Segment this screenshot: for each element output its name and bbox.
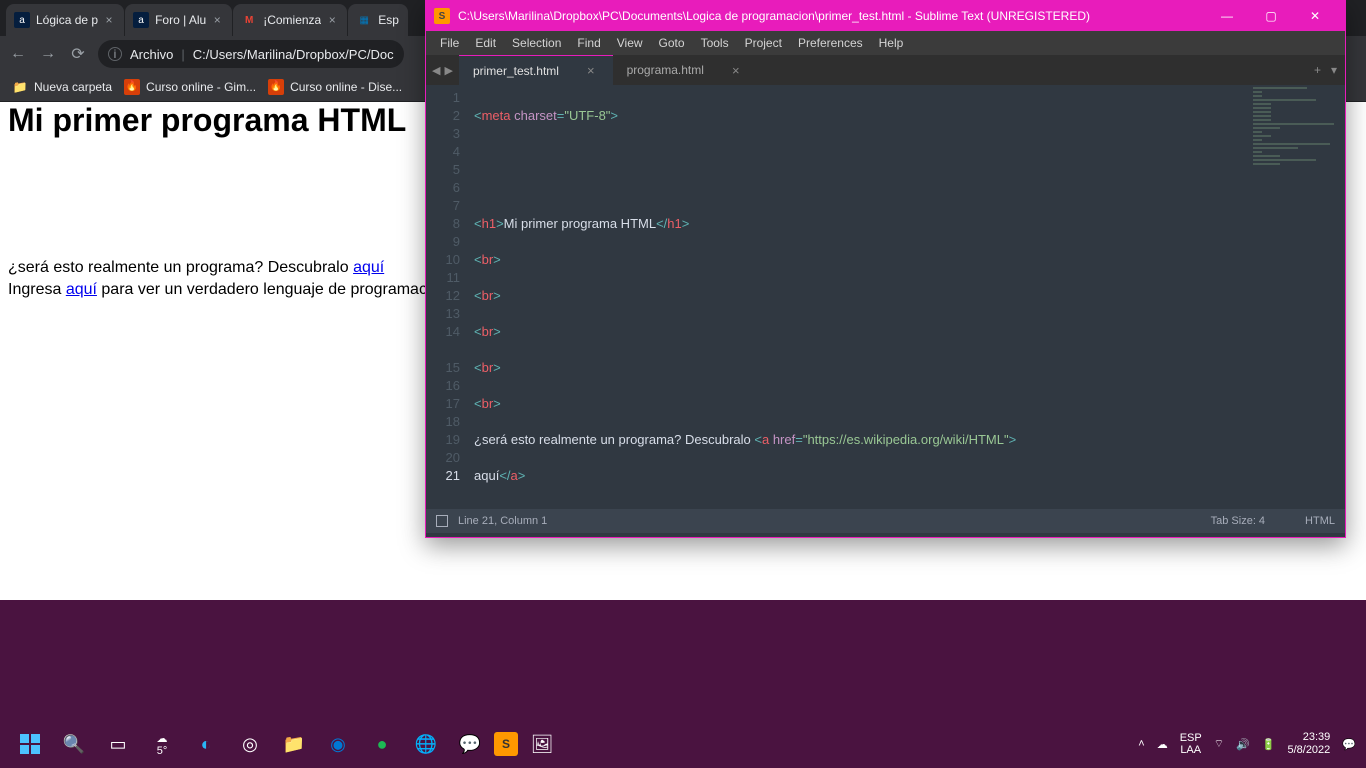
favicon-icon: a bbox=[14, 12, 30, 28]
app-icon[interactable]: 🖼 bbox=[522, 724, 562, 764]
menu-help[interactable]: Help bbox=[871, 36, 912, 50]
menu-tools[interactable]: Tools bbox=[693, 36, 737, 50]
editor-tab[interactable]: programa.html × bbox=[613, 55, 758, 85]
close-button[interactable]: ✕ bbox=[1293, 9, 1337, 23]
status-bar: Line 21, Column 1 Tab Size: 4 HTML bbox=[426, 509, 1345, 533]
favicon-icon: ▦ bbox=[356, 12, 372, 28]
bookmark-label: Curso online - Dise... bbox=[290, 80, 402, 94]
address-scheme: Archivo bbox=[130, 47, 173, 62]
weather-widget[interactable]: ☁5° bbox=[142, 724, 182, 764]
bookmark-item[interactable]: 🔥 Curso online - Dise... bbox=[268, 79, 402, 95]
editor-tab[interactable]: primer_test.html × bbox=[459, 55, 613, 85]
clock[interactable]: 23:395/8/2022 bbox=[1287, 731, 1330, 757]
sublime-window: S C:\Users\Marilina\Dropbox\PC\Documents… bbox=[425, 0, 1346, 538]
close-icon[interactable]: × bbox=[325, 13, 339, 27]
tab-prev-icon[interactable]: ◀ bbox=[432, 64, 440, 77]
search-icon[interactable]: 🔍 bbox=[54, 724, 94, 764]
reload-icon[interactable]: ⟳ bbox=[68, 44, 88, 64]
start-button[interactable] bbox=[10, 724, 50, 764]
menu-goto[interactable]: Goto bbox=[651, 36, 693, 50]
tab-title: Foro | Alu bbox=[155, 13, 206, 27]
folder-icon: 📁 bbox=[12, 79, 28, 95]
chrome-icon[interactable]: 🌐 bbox=[406, 724, 446, 764]
maximize-button[interactable]: ▢ bbox=[1249, 9, 1293, 23]
site-icon: 🔥 bbox=[268, 79, 284, 95]
app-icon[interactable]: ● bbox=[362, 724, 402, 764]
sublime-taskbar-icon[interactable]: S bbox=[494, 732, 518, 756]
site-icon: 🔥 bbox=[124, 79, 140, 95]
editor-tab-strip: ◀ ▶ primer_test.html × programa.html × + ▾ bbox=[426, 55, 1345, 85]
info-icon[interactable]: i bbox=[108, 47, 122, 61]
paragraph-text: ¿será esto realmente un programa? Descub… bbox=[8, 259, 353, 276]
edge-icon[interactable]: ◉ bbox=[318, 724, 358, 764]
close-icon[interactable]: × bbox=[732, 63, 740, 78]
link-aqui-2[interactable]: aquí bbox=[66, 281, 97, 298]
forward-icon[interactable]: → bbox=[38, 45, 58, 63]
onedrive-icon[interactable]: ☁ bbox=[1157, 738, 1168, 751]
favicon-icon: M bbox=[241, 12, 257, 28]
bookmark-label: Nueva carpeta bbox=[34, 80, 112, 94]
menu-file[interactable]: File bbox=[432, 36, 467, 50]
menu-view[interactable]: View bbox=[609, 36, 651, 50]
menu-edit[interactable]: Edit bbox=[467, 36, 504, 50]
volume-icon[interactable]: 🔊 bbox=[1236, 738, 1250, 751]
address-path: C:/Users/Marilina/Dropbox/PC/Doc bbox=[193, 47, 394, 62]
tab-next-icon[interactable]: ▶ bbox=[444, 64, 452, 77]
paragraph-text: para ver un verdadero lenguaje de progra… bbox=[97, 281, 453, 298]
taskbar: 🔍 ▭ ☁5° ◐ ◎ 📁 ◉ ● 🌐 💬 S 🖼 ˄ ☁ ESPLAA ⌔ 🔊… bbox=[0, 720, 1366, 768]
new-tab-icon[interactable]: + bbox=[1314, 63, 1321, 77]
line-gutter: 123456789101112131415161718192021 bbox=[426, 85, 468, 509]
code-area[interactable]: <meta charset="UTF-8"> <h1>Mi primer pro… bbox=[468, 85, 1345, 509]
discord-icon[interactable]: 💬 bbox=[450, 724, 490, 764]
taskview-icon[interactable]: ▭ bbox=[98, 724, 138, 764]
tab-title: ¡Comienza bbox=[263, 13, 321, 27]
app-icon[interactable]: ◐ bbox=[186, 724, 226, 764]
tab-title: Esp bbox=[378, 13, 400, 27]
explorer-icon[interactable]: 📁 bbox=[274, 724, 314, 764]
system-tray: ˄ ☁ ESPLAA ⌔ 🔊 🔋 23:395/8/2022 💬 bbox=[1138, 731, 1356, 757]
app-icon[interactable]: ◎ bbox=[230, 724, 270, 764]
menu-preferences[interactable]: Preferences bbox=[790, 36, 871, 50]
window-titlebar[interactable]: S C:\Users\Marilina\Dropbox\PC\Documents… bbox=[426, 1, 1345, 31]
back-icon[interactable]: ← bbox=[8, 45, 28, 63]
language-indicator[interactable]: ESPLAA bbox=[1180, 732, 1202, 756]
menu-find[interactable]: Find bbox=[569, 36, 608, 50]
tab-title: Lógica de p bbox=[36, 13, 98, 27]
close-icon[interactable]: × bbox=[587, 63, 595, 78]
minimap[interactable] bbox=[1253, 87, 1343, 207]
bookmark-item[interactable]: 🔥 Curso online - Gim... bbox=[124, 79, 256, 95]
status-tabsize[interactable]: Tab Size: 4 bbox=[1211, 515, 1265, 527]
browser-tab[interactable]: a Lógica de p × bbox=[6, 4, 124, 36]
menu-project[interactable]: Project bbox=[737, 36, 790, 50]
close-icon[interactable]: × bbox=[102, 13, 116, 27]
browser-tab[interactable]: a Foro | Alu × bbox=[125, 4, 232, 36]
notifications-icon[interactable]: 💬 bbox=[1342, 738, 1356, 751]
editor-tab-name: primer_test.html bbox=[473, 64, 559, 78]
menubar: File Edit Selection Find View Goto Tools… bbox=[426, 31, 1345, 55]
link-aqui-1[interactable]: aquí bbox=[353, 259, 384, 276]
browser-tab[interactable]: M ¡Comienza × bbox=[233, 4, 347, 36]
browser-tab[interactable]: ▦ Esp bbox=[348, 4, 408, 36]
minimize-button[interactable]: — bbox=[1205, 9, 1249, 23]
battery-icon[interactable]: 🔋 bbox=[1262, 738, 1276, 751]
editor-tab-name: programa.html bbox=[627, 63, 704, 77]
paragraph-text: Ingresa bbox=[8, 281, 66, 298]
close-icon[interactable]: × bbox=[210, 13, 224, 27]
sublime-icon: S bbox=[434, 8, 450, 24]
address-bar[interactable]: i Archivo | C:/Users/Marilina/Dropbox/PC… bbox=[98, 40, 404, 68]
tab-menu-icon[interactable]: ▾ bbox=[1331, 63, 1337, 77]
bookmark-item[interactable]: 📁 Nueva carpeta bbox=[12, 79, 112, 95]
bookmark-label: Curso online - Gim... bbox=[146, 80, 256, 94]
menu-selection[interactable]: Selection bbox=[504, 36, 569, 50]
window-title: C:\Users\Marilina\Dropbox\PC\Documents\L… bbox=[458, 9, 1205, 23]
status-box-icon[interactable] bbox=[436, 515, 448, 527]
code-editor[interactable]: 123456789101112131415161718192021 <meta … bbox=[426, 85, 1345, 509]
wifi-icon[interactable]: ⌔ bbox=[1214, 737, 1224, 751]
status-syntax[interactable]: HTML bbox=[1305, 515, 1335, 527]
tray-chevron-icon[interactable]: ˄ bbox=[1138, 738, 1144, 750]
status-cursor: Line 21, Column 1 bbox=[458, 515, 547, 527]
favicon-icon: a bbox=[133, 12, 149, 28]
